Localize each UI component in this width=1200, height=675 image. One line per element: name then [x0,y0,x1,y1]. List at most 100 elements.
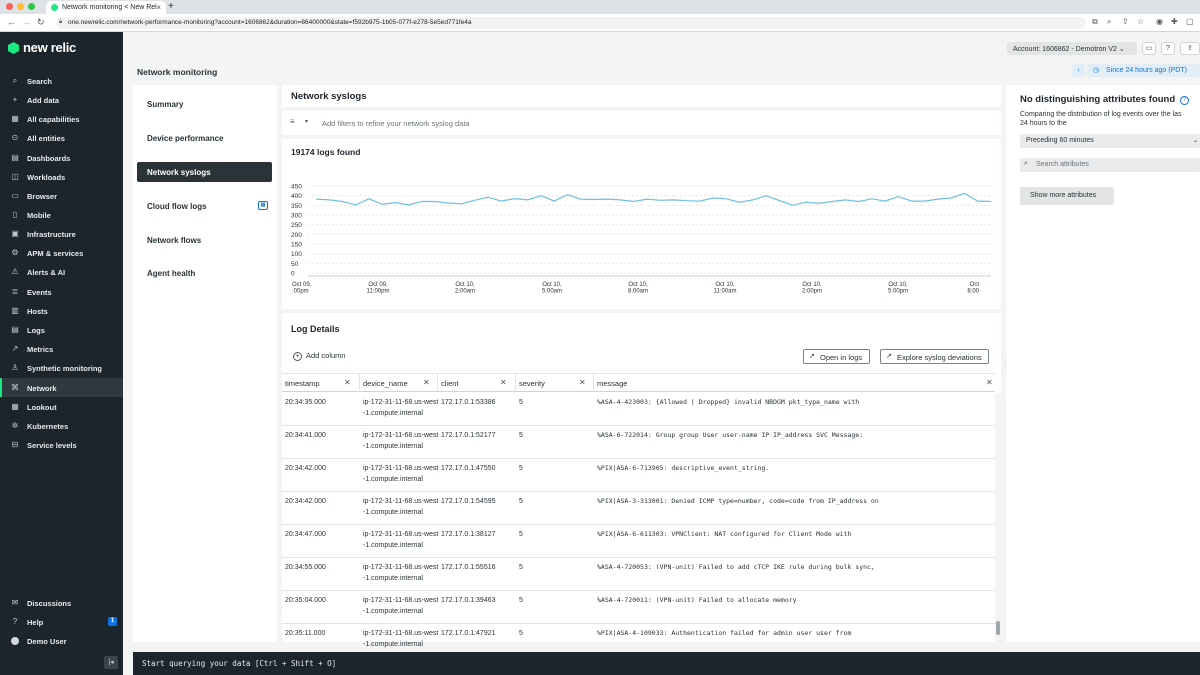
sidebar-item-alerts-ai[interactable]: ⚠ Alerts & AI [0,262,123,281]
table-scrollbar[interactable] [995,393,1001,642]
subnav-network-flows[interactable]: Network flows [137,230,272,250]
column-header-severity[interactable]: severity [519,379,545,388]
subnav-summary[interactable]: Summary [137,94,272,114]
add-column-button[interactable]: + Add column [293,351,346,361]
cell-severity: 5 [519,531,523,538]
bookmark-star-icon[interactable]: ☆ [1137,17,1144,26]
sidebar-item-all-capabilities[interactable]: ▦ All capabilities [0,109,123,128]
subnav-network-syslogs[interactable]: Network syslogs [137,162,272,182]
filter-bar[interactable]: ≡ ▾ Add filters to refine your network s… [282,111,1001,135]
subnav-cloud-flow-logs[interactable]: Cloud flow logs ▤ [137,196,272,216]
url-field[interactable]: 🔒︎ one.newrelic.com/network-performance-… [56,17,1086,29]
browser-tab[interactable]: Network monitoring < New Rel × [46,1,166,14]
share-icon[interactable]: ⇪ [1122,17,1129,26]
subnav-agent-health[interactable]: Agent health [137,263,272,283]
sidebar-item-hosts[interactable]: ▥ Hosts [0,301,123,320]
info-icon[interactable]: ? [1179,96,1189,105]
column-header-client[interactable]: client [441,379,459,388]
explore-syslog-deviations-button[interactable]: ↗ Explore syslog deviations [880,349,989,364]
help-circle-icon[interactable]: ? [1161,42,1175,55]
column-header-message[interactable]: message [597,379,627,388]
new-relic-logo[interactable]: new relic [8,40,76,55]
x-tick-label-line: Oct 10, [715,282,735,288]
filter-icon[interactable]: ≡ [290,117,295,126]
sidebar-item-metrics[interactable]: ↗ Metrics [0,339,123,358]
table-row[interactable]: 20:34:55.000 ip-172-31-11-68.us-west-1.co… [282,558,995,591]
sidebar-item-add-data[interactable]: + Add data [0,90,123,109]
sidebar-item-lookout[interactable]: ▦ Lookout [0,397,123,416]
events-icon: ≣ [11,287,19,296]
back-arrow-icon[interactable]: ← [7,17,16,27]
sidebar-item-dashboards[interactable]: ▤ Dashboards [0,148,123,167]
sidebar-item-logs[interactable]: ▤ Logs [0,320,123,339]
remove-column-icon[interactable]: ✕ [500,378,507,387]
table-row[interactable]: 20:34:42.000 ip-172-31-11-68.us-west-1.co… [282,459,995,492]
column-resize-handle[interactable] [593,374,594,392]
time-picker[interactable]: ◷ Since 24 hours ago (PDT) [1087,64,1200,77]
sidebar-item-all-entities[interactable]: ⊙ All entities [0,128,123,147]
translate-icon[interactable]: ⧉ [1092,17,1098,27]
subnav-device-performance[interactable]: Device performance [137,128,272,148]
description-line: Comparing the distribution of log events… [1020,111,1182,118]
close-tab-icon[interactable]: × [156,3,161,12]
attributes-panel: No distinguishing attributes found ? Com… [1006,85,1200,642]
profile-icon[interactable]: ▢ [1186,17,1194,26]
remove-column-icon[interactable]: ✕ [986,378,993,387]
sidebar-item-browser[interactable]: ▭ Browser [0,186,123,205]
table-row[interactable]: 20:35:04.000 ip-172-31-11-68.us-west-1.co… [282,591,995,624]
sidebar-item-discussions[interactable]: ✉ Discussions [0,593,123,612]
forward-arrow-icon[interactable]: → [22,17,31,27]
sidebar-item-apm-services[interactable]: ⚙ APM & services [0,243,123,262]
window-maximize-button[interactable] [28,3,35,10]
remove-column-icon[interactable]: ✕ [423,378,430,387]
window-close-button[interactable] [6,3,13,10]
extension-icon[interactable]: ◉ [1156,17,1163,26]
x-tick-label: Oct 8:00 [967,282,979,295]
puzzle-icon[interactable]: ✚ [1171,17,1178,26]
x-tick-label-line: Oct [970,282,980,288]
table-row[interactable]: 20:34:35.000 ip-172-31-11-68.us-west-1.co… [282,393,995,426]
sidebar-item-mobile[interactable]: ▯ Mobile [0,205,123,224]
window-minimize-button[interactable] [17,3,24,10]
sidebar-item-workloads[interactable]: ◫ Workloads [0,167,123,186]
open-in-logs-button[interactable]: ↗ Open in logs [803,349,870,364]
collapse-sidebar-button[interactable]: |◂ [104,656,118,669]
x-tick-label: Oct 10, 11:00am [714,282,737,295]
sidebar-item-synthetic-monitoring[interactable]: ♙ Synthetic monitoring [0,358,123,377]
show-more-attributes-button[interactable]: Show more attributes [1020,187,1114,205]
scrollbar-thumb[interactable] [996,621,1000,635]
sidebar-item-help[interactable]: ? Help 1 [0,612,123,631]
column-resize-handle[interactable] [359,374,360,392]
query-bar[interactable]: Start querying your data [Ctrl + Shift +… [133,652,1200,675]
sidebar-item-events[interactable]: ≣ Events [0,282,123,301]
comparison-period-select[interactable]: Preceding 60 minutes ⌄ [1020,134,1200,148]
new-tab-icon[interactable]: + [168,1,174,12]
filter-input[interactable]: Add filters to refine your network syslo… [322,119,470,128]
sidebar-item-network[interactable]: ⌘ Network [0,378,123,397]
table-row[interactable]: 20:34:47.000 ip-172-31-11-68.us-west-1.co… [282,525,995,558]
remove-column-icon[interactable]: ✕ [344,378,351,387]
sidebar-item-service-levels[interactable]: ⊟ Service levels [0,435,123,454]
reload-icon[interactable]: ↻ [37,17,45,28]
select-value: Preceding 60 minutes [1026,137,1094,144]
account-picker[interactable]: Account: 1606862 - Demotron V2 ⌄ [1007,42,1137,55]
chevron-down-icon[interactable]: ▾ [305,118,308,125]
column-resize-handle[interactable] [515,374,516,392]
remove-column-icon[interactable]: ✕ [579,378,586,387]
column-header-timestamp[interactable]: timestamp [285,379,320,388]
table-row[interactable]: 20:34:42.000 ip-172-31-11-68.us-west-1.co… [282,492,995,525]
share-page-icon[interactable]: ▭ [1142,42,1156,55]
chart-series-line[interactable] [315,192,992,206]
sidebar-item-kubernetes[interactable]: ✲ Kubernetes [0,416,123,435]
column-header-device-name[interactable]: device_name [363,379,408,388]
table-row[interactable]: 20:34:41.000 ip-172-31-11-68.us-west-1.co… [282,426,995,459]
search-icon: ⌕ [12,76,18,85]
search-attributes-input[interactable]: ⌕ Search attributes [1020,158,1200,172]
zoom-icon[interactable]: ⌕ [1107,17,1111,27]
time-back-button[interactable]: ‹ [1072,64,1085,77]
export-icon[interactable]: ⇪ [1180,42,1200,55]
sidebar-item-user[interactable]: Demo User [0,631,123,650]
sidebar-item-search[interactable]: ⌕ Search [0,71,123,90]
column-resize-handle[interactable] [437,374,438,392]
sidebar-item-infrastructure[interactable]: ▣ Infrastructure [0,224,123,243]
